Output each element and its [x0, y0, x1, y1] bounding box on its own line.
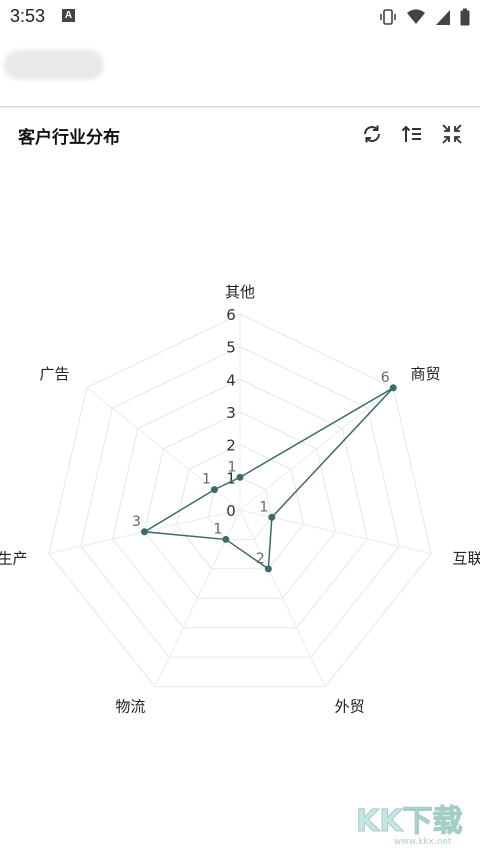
status-icons [379, 7, 470, 27]
collapse-icon[interactable] [440, 122, 464, 146]
data-point [389, 384, 397, 392]
watermark-url: www.kkx.net [394, 837, 452, 847]
data-label: 1 [228, 459, 237, 475]
wifi-icon [407, 9, 425, 24]
data-point [236, 473, 244, 481]
card-title: 客户行业分布 [18, 128, 120, 148]
data-point [140, 528, 148, 536]
axis-line [239, 387, 394, 511]
indicator-label: 外贸 [335, 697, 365, 715]
radius-tick-label: 4 [226, 371, 236, 389]
data-label: 6 [381, 370, 390, 386]
blurred-title [4, 50, 104, 80]
watermark-logo: KK下载 www.kkx.net [356, 804, 464, 848]
indicator-label: 生产 [0, 550, 27, 568]
data-label: 3 [132, 514, 141, 530]
indicator-label: 物流 [115, 697, 145, 715]
indicator-label: 其他 [225, 283, 255, 301]
watermark-text: KK下载 [356, 804, 463, 839]
data-point [268, 513, 276, 521]
app-bar [0, 34, 480, 107]
series-line [142, 387, 394, 571]
refresh-icon[interactable] [360, 122, 384, 146]
data-label: 1 [259, 499, 268, 515]
radar-chart: 0123456其他商贸互联网外贸物流生产广告1612131 [0, 283, 480, 715]
vibrate-icon [380, 9, 396, 25]
signal-icon [436, 10, 450, 25]
radius-tick-label: 3 [226, 404, 236, 422]
radius-tick-label: 0 [226, 502, 236, 520]
indicator-label: 广告 [40, 365, 70, 383]
indicator-label: 互联网 [453, 550, 480, 568]
data-point [210, 486, 218, 494]
status-time: 3:53 [10, 6, 46, 26]
data-label: 1 [202, 472, 211, 488]
radius-tick-label: 2 [226, 437, 236, 455]
indicator-label: 商贸 [410, 365, 440, 383]
data-label: 2 [256, 551, 265, 567]
notification-icon: A [62, 9, 75, 22]
status-bar: 3:53 A [0, 0, 480, 34]
radar-chart-area: 0123456其他商贸互联网外贸物流生产广告1612131 [0, 156, 480, 853]
radius-tick-label: 6 [226, 306, 236, 324]
data-point [222, 535, 230, 543]
radius-tick-label: 5 [226, 339, 236, 357]
battery-icon [460, 8, 470, 26]
card-header: 客户行业分布 [0, 108, 480, 156]
data-point [264, 565, 272, 573]
data-label: 1 [213, 521, 222, 537]
sort-icon[interactable] [400, 122, 424, 146]
